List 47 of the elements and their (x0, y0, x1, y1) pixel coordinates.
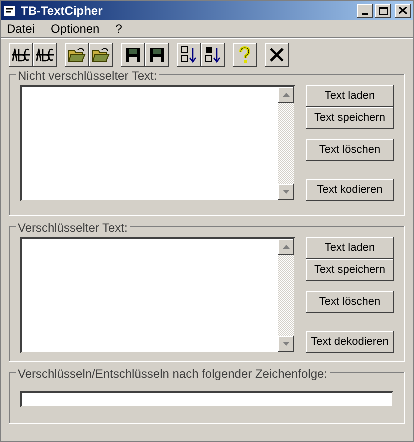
text-area[interactable] (20, 85, 296, 202)
toolbar-button[interactable] (177, 42, 201, 66)
toolbar-button[interactable] (9, 42, 33, 66)
key-input-field[interactable] (20, 391, 394, 408)
menu-item[interactable]: ? (114, 20, 124, 38)
action-button[interactable]: Text laden (306, 237, 394, 259)
open-folder-icon (68, 46, 86, 64)
action-button[interactable]: Text laden (306, 85, 394, 107)
toolbar-button[interactable] (89, 42, 113, 66)
sort-descending-icon (204, 46, 222, 64)
close-icon (399, 7, 407, 14)
up-arrow-icon (282, 93, 290, 97)
app-icon (3, 4, 17, 18)
window-title: TB-TextCipher (21, 2, 103, 20)
scroll-up-button[interactable] (278, 239, 294, 255)
action-button[interactable]: Text speichern (306, 107, 394, 129)
maximize-icon (378, 6, 388, 14)
toolbar-button[interactable] (65, 42, 89, 66)
action-button[interactable]: Text löschen (306, 139, 394, 161)
toolbar-button[interactable] (145, 42, 169, 66)
scroll-down-button[interactable] (278, 184, 294, 200)
action-button[interactable]: Text dekodieren (306, 331, 394, 353)
down-arrow-icon (282, 190, 290, 194)
down-arrow-icon (282, 342, 290, 346)
action-button[interactable]: Text speichern (306, 259, 394, 281)
toolbar-button[interactable] (265, 42, 289, 66)
sort-ascending-icon (180, 46, 198, 64)
open-folder-icon (92, 46, 110, 64)
close-icon (268, 46, 286, 64)
scroll-up-button[interactable] (278, 87, 294, 103)
action-button[interactable]: Text löschen (306, 291, 394, 313)
toolbar-button[interactable] (233, 42, 257, 66)
toolbar-button[interactable] (201, 42, 225, 66)
action-button[interactable]: Text kodieren (306, 179, 394, 201)
maximize-button[interactable] (375, 4, 391, 18)
up-arrow-icon (282, 245, 290, 249)
close-button[interactable] (395, 4, 411, 18)
text-area[interactable] (20, 237, 296, 354)
menu-item[interactable]: Optionen (49, 20, 102, 38)
menu-item[interactable]: Datei (5, 20, 38, 38)
minimize-icon (362, 12, 368, 14)
scroll-down-button[interactable] (278, 336, 294, 352)
toolbar-button[interactable] (33, 42, 57, 66)
toolbar-button[interactable] (121, 42, 145, 66)
minimize-button[interactable] (357, 4, 373, 18)
scrollbar[interactable] (278, 87, 294, 200)
scrollbar[interactable] (278, 239, 294, 352)
